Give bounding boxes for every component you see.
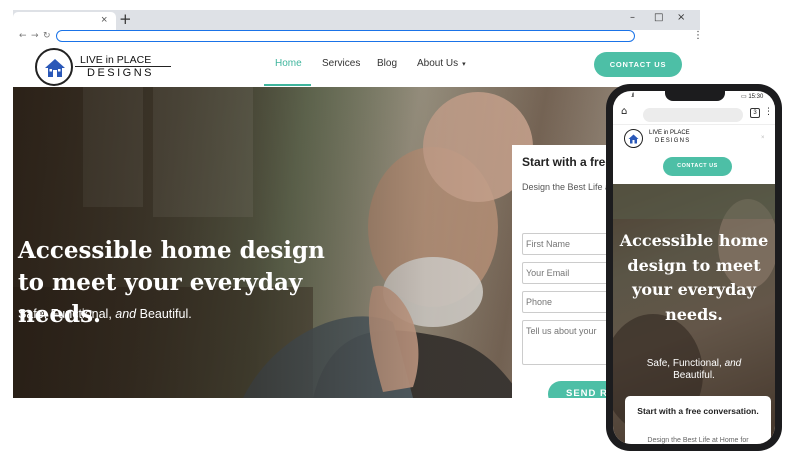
forward-icon[interactable]: →: [31, 30, 39, 42]
new-tab-icon[interactable]: +: [119, 11, 132, 27]
phone-mockup: .ıll ▭ 15:30 ⌂ 3 ⋮ LIVE in PLACE DESIGNS…: [606, 84, 782, 451]
mockup-stage: × + – □ × ← → ↻ ⋮ LIVE in PLACE DESIGNS …: [0, 0, 796, 463]
site-header: LIVE in PLACE DESIGNS Home Services Blog…: [13, 44, 700, 87]
url-input[interactable]: [56, 30, 635, 42]
reload-icon[interactable]: ↻: [43, 30, 51, 42]
mobile-form-card: Start with a free conversation. Design t…: [625, 396, 771, 444]
mobile-menu-icon[interactable]: ⋮: [764, 107, 773, 117]
hero-subtitle-post: Beautiful.: [136, 307, 192, 321]
contact-us-button[interactable]: CONTACT US: [594, 52, 682, 77]
browser-tab[interactable]: ×: [13, 12, 116, 30]
hero-subtitle-pre: Safe, Functional,: [18, 307, 116, 321]
hero-subtitle: Safe, Functional, and Beautiful.: [18, 307, 192, 321]
tab-close-icon[interactable]: ×: [101, 13, 107, 27]
mobile-contact-us-button[interactable]: CONTACT US: [663, 157, 732, 176]
nav-active-underline: [264, 84, 311, 86]
nav-blog[interactable]: Blog: [377, 58, 397, 69]
phone-notch: [665, 91, 725, 101]
logo-text-line2: DESIGNS: [87, 67, 155, 79]
back-icon[interactable]: ←: [19, 30, 27, 42]
form-title: Start with a free: [522, 155, 613, 169]
mobile-hero-subtitle-pre: Safe, Functional,: [646, 358, 725, 369]
logo-badge: [35, 48, 73, 86]
tab-count-icon[interactable]: 3: [750, 108, 760, 118]
site-logo[interactable]: LIVE in PLACE DESIGNS: [35, 48, 175, 86]
mobile-hero-subtitle: Safe, Functional, and Beautiful.: [627, 358, 761, 382]
maximize-icon[interactable]: □: [654, 12, 663, 24]
mobile-logo-text-line2: DESIGNS: [655, 138, 691, 144]
close-icon[interactable]: ×: [761, 135, 765, 141]
nav-about-us[interactable]: About Us ▾: [417, 58, 466, 69]
minimize-icon[interactable]: –: [630, 12, 635, 24]
hero-subtitle-em: and: [115, 307, 137, 321]
logo-text-line1: LIVE in PLACE: [80, 54, 152, 66]
window-close-icon[interactable]: ×: [677, 12, 685, 24]
mobile-form-description: Design the Best Life at Home for: [647, 437, 749, 444]
mobile-hero-subtitle-post: Beautiful.: [673, 370, 715, 381]
mobile-browser-bar: ⌂ 3 ⋮: [613, 105, 775, 125]
home-icon[interactable]: ⌂: [621, 106, 627, 117]
mobile-logo-badge: [624, 129, 643, 148]
address-bar-row: ← → ↻ ⋮: [13, 30, 700, 44]
signal-icon: .ıll: [631, 93, 634, 99]
nav-about-us-label: About Us: [417, 58, 459, 69]
phone-screen: .ıll ▭ 15:30 ⌂ 3 ⋮ LIVE in PLACE DESIGNS…: [613, 91, 775, 444]
mobile-form-title: Start with a free conversation.: [637, 406, 759, 416]
battery-time-status: ▭ 15:30: [741, 94, 764, 100]
mobile-hero-subtitle-em: and: [724, 358, 742, 369]
mobile-site-logo[interactable]: LIVE in PLACE DESIGNS: [624, 129, 714, 149]
nav-services[interactable]: Services: [322, 58, 360, 69]
nav-home[interactable]: Home: [275, 58, 302, 69]
house-icon: [45, 59, 65, 77]
browser-menu-icon[interactable]: ⋮: [693, 30, 700, 42]
tab-strip: × + – □ ×: [13, 10, 700, 30]
chevron-down-icon: ▾: [462, 61, 466, 68]
house-icon: [628, 134, 639, 144]
mobile-logo-text-line1: LIVE in PLACE: [649, 130, 690, 136]
mobile-hero-title: Accessible home design to meet your ever…: [619, 231, 769, 324]
desktop-browser-window: × + – □ × ← → ↻ ⋮ LIVE in PLACE DESIGNS …: [13, 10, 700, 398]
mobile-url-input[interactable]: [643, 108, 743, 122]
